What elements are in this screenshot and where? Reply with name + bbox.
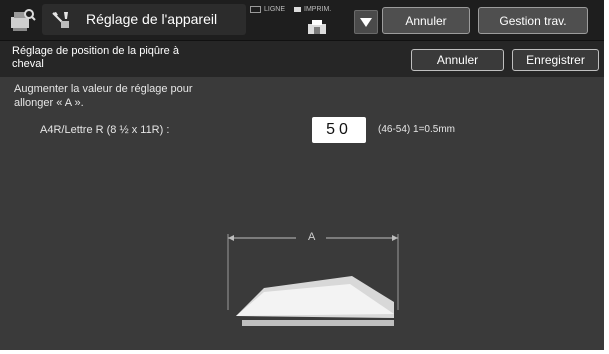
line-status-label: LIGNE <box>264 6 286 13</box>
tools-icon <box>52 12 69 28</box>
page-title: Réglage de l'appareil <box>86 11 218 27</box>
printer-icon <box>308 20 326 34</box>
print-status-label: IMPRIM. <box>304 6 332 13</box>
save-button[interactable]: Enregistrer <box>512 49 599 71</box>
cancel-button[interactable]: Annuler <box>411 49 504 71</box>
print-status: IMPRIM. <box>294 6 331 13</box>
paper-size-label: A4R/Lettre R (8 ½ x 11R) : <box>40 124 170 136</box>
saddle-stitch-diagram <box>227 234 399 326</box>
copier-settings-icon <box>11 9 36 31</box>
instruction-text: Augmenter la valeur de réglage pour allo… <box>14 83 193 109</box>
triangle-down-icon <box>360 17 372 27</box>
setting-title: Réglage de position de la piqûre à cheva… <box>12 45 179 70</box>
line-status: LIGNE <box>250 6 285 13</box>
subheader-bar: Réglage de position de la piqûre à cheva… <box>0 40 604 77</box>
job-status-button[interactable]: Gestion trav. <box>478 7 588 34</box>
status-dropdown-button[interactable] <box>354 10 378 34</box>
line-status-indicator <box>250 6 261 13</box>
screen-frame: Réglage de l'appareil LIGNE IMPRIM. Annu… <box>0 0 604 350</box>
adjustment-value-input[interactable]: 50 <box>312 117 366 143</box>
dimension-a-label: A <box>308 231 316 243</box>
print-status-indicator <box>294 7 301 12</box>
title-tab: Réglage de l'appareil <box>42 4 246 35</box>
header-cancel-button[interactable]: Annuler <box>382 7 470 34</box>
range-hint: (46-54) 1=0.5mm <box>378 124 455 135</box>
header-bar: Réglage de l'appareil LIGNE IMPRIM. Annu… <box>0 0 604 40</box>
